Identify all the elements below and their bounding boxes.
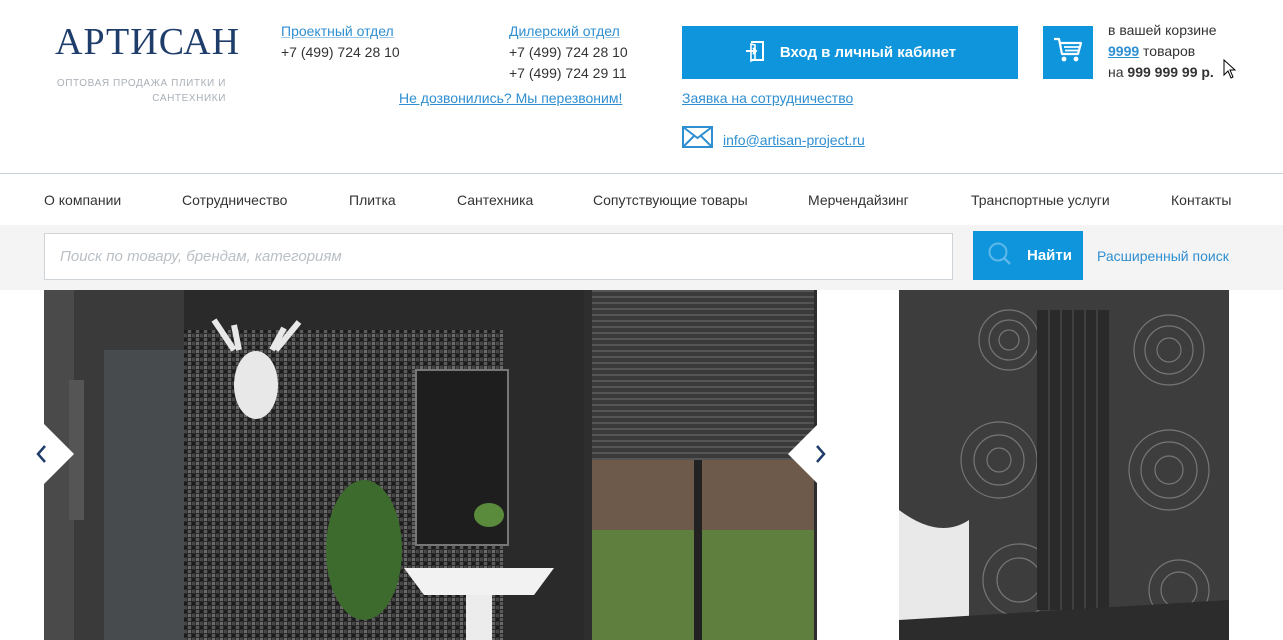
- cart-sum-prefix: на: [1108, 64, 1128, 80]
- shopping-cart-icon: [1053, 37, 1083, 68]
- project-department-phone: +7 (499) 724 28 10: [281, 44, 400, 60]
- slider-side-image[interactable]: [899, 290, 1229, 640]
- nav-item-merchandising[interactable]: Мерчендайзинг: [808, 192, 909, 208]
- main-navigation: О компании Сотрудничество Плитка Сантехн…: [0, 175, 1283, 225]
- search-bar: Найти Расширенный поиск: [0, 225, 1283, 290]
- cart-count[interactable]: 9999: [1108, 43, 1139, 59]
- site-header: АРТИСАН ОПТОВАЯ ПРОДАЖА ПЛИТКИ И САНТЕХН…: [0, 0, 1283, 174]
- logo-tagline: ОПТОВАЯ ПРОДАЖА ПЛИТКИ И САНТЕХНИКИ: [56, 78, 226, 104]
- slider-prev-button[interactable]: [26, 424, 74, 484]
- project-department: Проектный отдел +7 (499) 724 28 10: [281, 21, 400, 63]
- cart-summary: в вашей корзине 9999 товаров на 999 999 …: [1108, 20, 1217, 83]
- nav-item-plumbing[interactable]: Сантехника: [457, 192, 533, 208]
- cart-sum-line: на 999 999 99 р.: [1108, 62, 1217, 83]
- callback-link[interactable]: Не дозвонились? Мы перезвоним!: [399, 90, 622, 106]
- search-button-label: Найти: [1027, 247, 1072, 264]
- nav-item-tiles[interactable]: Плитка: [349, 192, 396, 208]
- nav-item-cooperation[interactable]: Сотрудничество: [182, 192, 287, 208]
- chevron-right-icon: [816, 445, 826, 463]
- nav-item-transport[interactable]: Транспортные услуги: [971, 192, 1110, 208]
- dealer-department-phone-2: +7 (499) 724 29 11: [509, 65, 627, 81]
- envelope-icon: [682, 126, 713, 153]
- search-icon: [987, 241, 1013, 271]
- cooperation-request-link[interactable]: Заявка на сотрудничество: [682, 90, 853, 106]
- dealer-department-phone-1: +7 (499) 724 28 10: [509, 44, 628, 60]
- email-link[interactable]: info@artisan-project.ru: [723, 132, 865, 148]
- dealer-department-title[interactable]: Дилерский отдел: [509, 21, 620, 42]
- login-icon: [744, 39, 766, 67]
- slider-next-button[interactable]: [788, 424, 836, 484]
- login-button-label: Вход в личный кабинет: [779, 44, 957, 61]
- chevron-left-icon: [36, 445, 46, 463]
- cart-button[interactable]: [1043, 26, 1093, 79]
- mouse-cursor-icon: [1223, 58, 1237, 84]
- dealer-department: Дилерский отдел +7 (499) 724 28 10 +7 (4…: [509, 21, 628, 84]
- email-contact: info@artisan-project.ru: [682, 126, 865, 153]
- cart-summary-label: в вашей корзине: [1108, 22, 1217, 38]
- cart-sum: 999 999 99 р.: [1127, 64, 1214, 80]
- login-button[interactable]: Вход в личный кабинет: [682, 26, 1018, 79]
- search-button[interactable]: Найти: [973, 231, 1083, 280]
- nav-item-contacts[interactable]: Контакты: [1171, 192, 1231, 208]
- search-input[interactable]: [44, 233, 953, 280]
- cart-count-suffix: товаров: [1139, 43, 1196, 59]
- project-department-title[interactable]: Проектный отдел: [281, 21, 394, 42]
- slider-main-image[interactable]: [44, 290, 817, 640]
- logo[interactable]: АРТИСАН ОПТОВАЯ ПРОДАЖА ПЛИТКИ И САНТЕХН…: [55, 8, 239, 108]
- cart-count-line: 9999 товаров: [1108, 41, 1217, 62]
- nav-item-about[interactable]: О компании: [44, 192, 121, 208]
- logo-wordmark: АРТИСАН: [55, 21, 241, 63]
- advanced-search-link[interactable]: Расширенный поиск: [1097, 248, 1229, 264]
- nav-item-related[interactable]: Сопутствующие товары: [593, 192, 748, 208]
